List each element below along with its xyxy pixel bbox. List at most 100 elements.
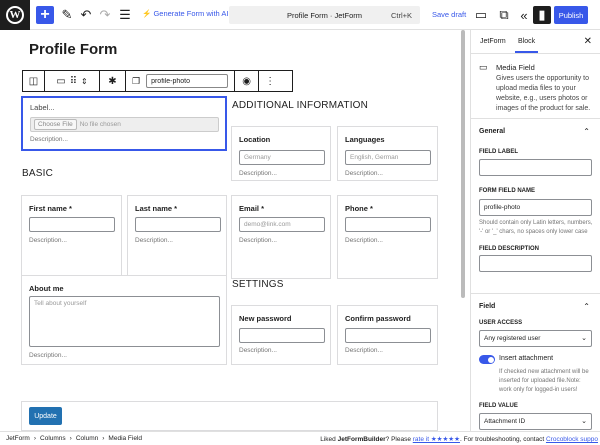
no-file-text: No file chosen (79, 121, 121, 128)
location-description: Description... (239, 170, 277, 177)
required-asterisk-icon[interactable]: ✱ (100, 71, 126, 91)
generate-ai-button[interactable]: ⚡ Generate Form with AI (142, 9, 228, 18)
location-input[interactable]: Germany (239, 150, 325, 165)
general-panel-title[interactable]: General (479, 128, 505, 135)
block-switcher[interactable]: ▭ ⠿ ⇕ (45, 71, 100, 91)
canvas-scrollbar[interactable] (461, 30, 465, 298)
email-label: Email * (239, 204, 265, 213)
media-field-icon: ▭ (56, 75, 66, 87)
insert-attachment-help: If checked new attachment will be insert… (499, 369, 589, 393)
footer-notice: Liked JetFormBuilder? Please rate it ★★★… (320, 435, 598, 443)
submit-block[interactable]: Update (21, 401, 438, 431)
media-field-description[interactable]: Description... (30, 136, 68, 143)
chevron-right-icon: › (69, 435, 72, 442)
phone-description: Description... (345, 237, 383, 244)
preview-icon[interactable]: ▭ (472, 6, 490, 24)
phone-field-block[interactable]: Phone * Description... (337, 195, 438, 279)
more-options-icon[interactable]: ⋮ (259, 71, 281, 91)
document-overview-icon[interactable]: ☰ (116, 6, 134, 24)
breadcrumb-item[interactable]: JetForm (6, 435, 30, 442)
languages-input[interactable]: English, German (345, 150, 431, 165)
new-password-field-block[interactable]: New password Description... (231, 305, 331, 365)
insert-attachment-toggle[interactable] (479, 355, 495, 364)
user-access-select[interactable]: Any registered user ⌄ (479, 330, 592, 347)
field-panel: Field ⌃ USER ACCESS Any registered user … (471, 293, 600, 431)
new-password-label: New password (239, 314, 292, 323)
languages-description: Description... (345, 170, 383, 177)
email-field-block[interactable]: Email * demo@link.com Description... (231, 195, 331, 279)
about-me-textarea[interactable]: Tell about yourself (29, 296, 220, 347)
editor-canvas: Profile Form ◫ ▭ ⠿ ⇕ ✱ ❐ ◉ ⋮ Label... Ch… (0, 30, 462, 431)
visibility-eye-icon[interactable]: ◉ (235, 71, 260, 91)
tab-jetform[interactable]: JetForm (480, 38, 506, 45)
field-name-group: ❐ (126, 71, 236, 91)
confirm-password-input[interactable] (345, 328, 431, 343)
magic-wand-icon: ⚡ (142, 9, 152, 18)
redo-icon[interactable]: ↷ (96, 6, 114, 24)
file-input[interactable]: Choose File No file chosen (30, 117, 219, 132)
tools-pencil-icon[interactable]: ✎ (58, 6, 76, 24)
collapse-icon[interactable]: « (515, 6, 533, 24)
chevron-up-icon[interactable]: ⌃ (583, 302, 590, 311)
please-text: ? Please (385, 436, 411, 443)
section-settings[interactable]: SETTINGS (232, 279, 284, 290)
command-palette-bar[interactable]: Profile Form · JetForm Ctrl+K (229, 6, 420, 24)
breadcrumb-item[interactable]: Media Field (108, 435, 142, 442)
breadcrumb: JetForm › Columns › Column › Media Field (6, 435, 142, 442)
languages-field-block[interactable]: Languages English, German Description... (337, 126, 438, 181)
field-value-value: Attachment ID (484, 418, 526, 425)
field-name-input[interactable] (146, 74, 229, 88)
wordpress-logo-button[interactable]: W (0, 0, 30, 30)
media-field-label[interactable]: Label... (30, 103, 55, 112)
generate-ai-label: Generate Form with AI (153, 9, 229, 18)
save-draft-button[interactable]: Save draft (432, 10, 466, 19)
last-name-field-block[interactable]: Last name * Description... (127, 195, 227, 279)
sidebar-tabs: JetForm Block ✕ (471, 30, 600, 54)
email-input[interactable]: demo@link.com (239, 217, 325, 232)
form-field-name-label: FORM FIELD NAME (479, 188, 535, 194)
settings-sidebar-icon[interactable]: ▮ (533, 6, 551, 24)
section-additional-info[interactable]: ADDITIONAL INFORMATION (232, 100, 368, 111)
user-access-label: USER ACCESS (479, 320, 523, 326)
field-panel-title[interactable]: Field (479, 303, 495, 310)
update-button[interactable]: Update (29, 407, 62, 425)
first-name-input[interactable] (29, 217, 115, 232)
location-field-block[interactable]: Location Germany Description... (231, 126, 331, 181)
parent-block-icon[interactable]: ◫ (23, 71, 45, 91)
last-name-description: Description... (135, 237, 173, 244)
publish-button[interactable]: Publish (554, 6, 588, 24)
support-link[interactable]: Crocoblock suppo (546, 436, 598, 443)
new-password-input[interactable] (239, 328, 325, 343)
last-name-label: Last name * (135, 204, 178, 213)
field-label-input[interactable] (479, 159, 592, 176)
form-field-name-input[interactable] (479, 199, 592, 216)
settings-sidebar: JetForm Block ✕ ▭ Media Field Gives user… (470, 30, 600, 431)
add-block-button[interactable]: + (36, 6, 54, 24)
copy-icon[interactable]: ❐ (132, 76, 140, 87)
move-arrows-icon[interactable]: ⇕ (81, 77, 88, 86)
first-name-field-block[interactable]: First name * Description... (21, 195, 122, 279)
about-me-field-block[interactable]: About me Tell about yourself Description… (21, 275, 227, 365)
close-icon[interactable]: ✕ (584, 36, 592, 47)
field-value-select[interactable]: Attachment ID ⌄ (479, 413, 592, 430)
first-name-label: First name * (29, 204, 72, 213)
chevron-down-icon: ⌄ (581, 418, 587, 425)
page-title[interactable]: Profile Form (29, 41, 117, 58)
view-post-icon[interactable]: ⧉ (495, 6, 513, 24)
last-name-input[interactable] (135, 217, 221, 232)
tab-block[interactable]: Block (514, 38, 539, 53)
section-basic[interactable]: BASIC (22, 168, 53, 179)
chevron-up-icon[interactable]: ⌃ (583, 127, 590, 136)
confirm-password-field-block[interactable]: Confirm password Description... (337, 305, 438, 365)
editor-top-bar: W + ✎ ↶ ↷ ☰ ⚡ Generate Form with AI Prof… (0, 0, 600, 30)
rate-link[interactable]: rate it ★★★★★ (413, 436, 460, 443)
field-description-input[interactable] (479, 255, 592, 272)
media-field-block[interactable]: Label... Choose File No file chosen Desc… (21, 96, 227, 151)
phone-input[interactable] (345, 217, 431, 232)
breadcrumb-item[interactable]: Column (76, 435, 98, 442)
breadcrumb-item[interactable]: Columns (40, 435, 66, 442)
undo-icon[interactable]: ↶ (77, 6, 95, 24)
general-panel: General ⌃ FIELD LABEL FORM FIELD NAME Sh… (471, 118, 600, 298)
choose-file-button[interactable]: Choose File (34, 119, 77, 130)
drag-handle-icon[interactable]: ⠿ (70, 76, 77, 87)
